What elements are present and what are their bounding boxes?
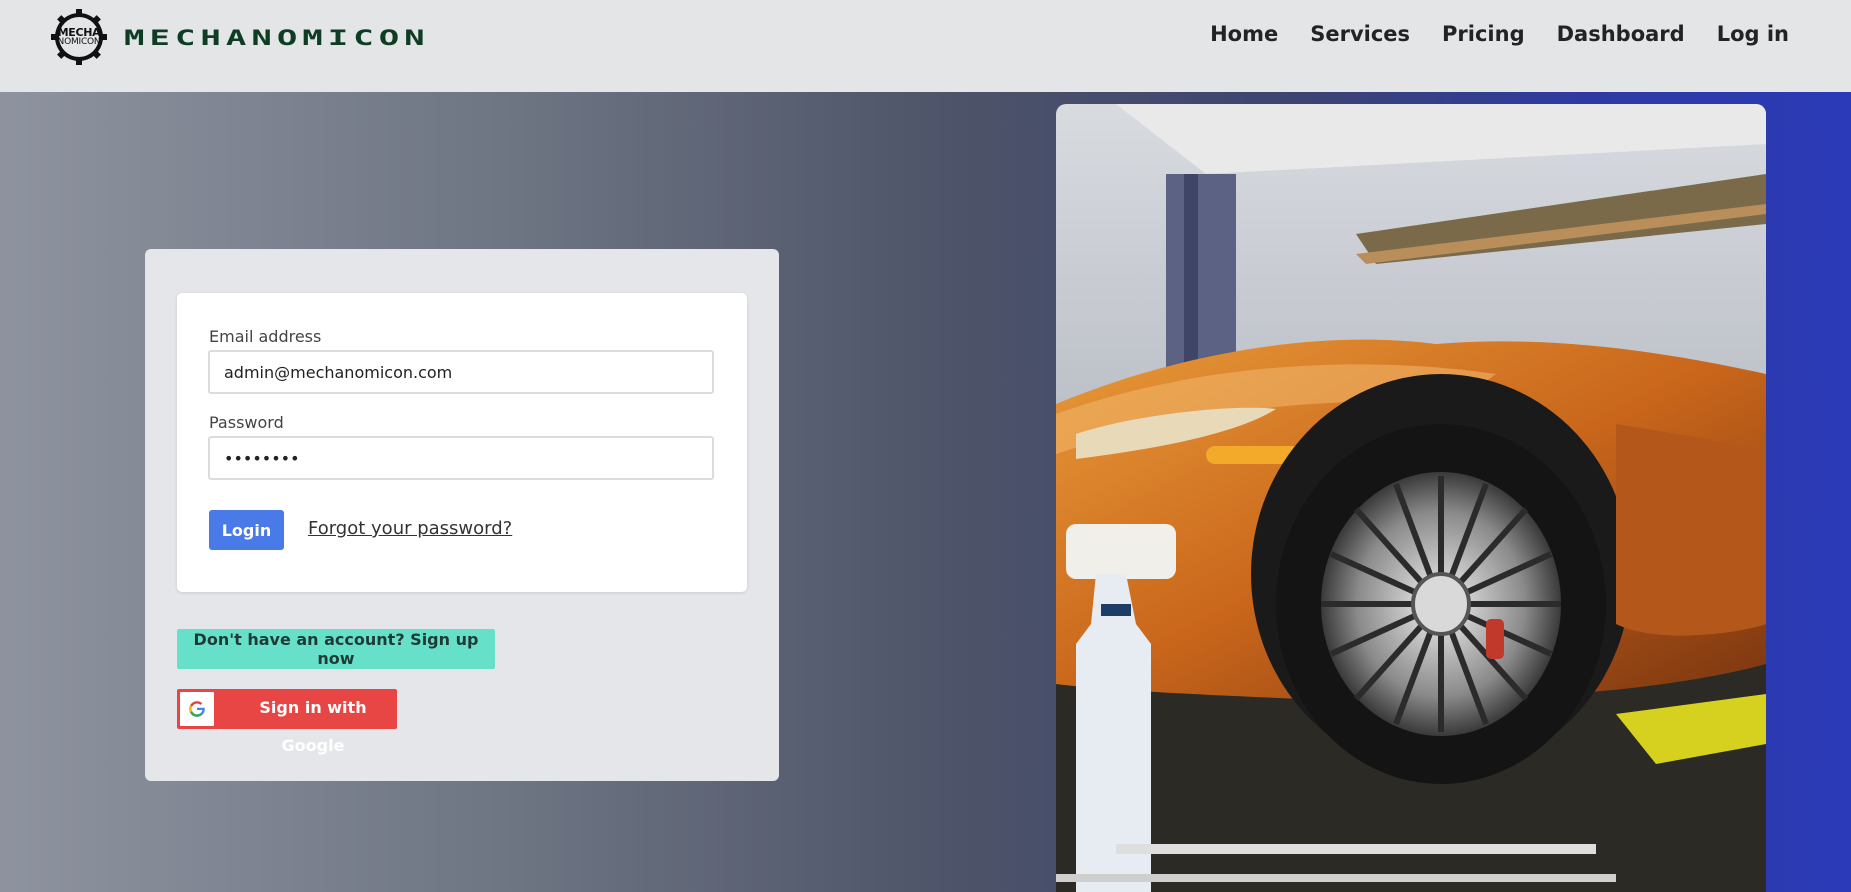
logo-text-bottom: NOMICON xyxy=(57,37,101,47)
email-field[interactable] xyxy=(208,350,714,394)
google-signin-button[interactable]: Sign in with Google xyxy=(177,689,397,755)
login-button[interactable]: Login xyxy=(209,510,284,550)
top-navbar: MECHA NOMICON MECHANOMICON Home Services… xyxy=(0,0,1851,92)
google-button-label: Sign in with Google xyxy=(259,698,367,755)
google-icon xyxy=(180,692,214,726)
nav-pricing[interactable]: Pricing xyxy=(1442,22,1525,46)
forgot-password-link[interactable]: Forgot your password? xyxy=(308,518,512,539)
nav-login[interactable]: Log in xyxy=(1717,22,1789,46)
car-photo-illustration xyxy=(1056,104,1766,892)
login-panel: Email address Password Login Forgot your… xyxy=(145,249,779,781)
hero-photo xyxy=(1056,104,1766,892)
brand[interactable]: MECHA NOMICON MECHANOMICON xyxy=(50,8,430,66)
login-form: Email address Password Login Forgot your… xyxy=(177,293,747,592)
main-nav: Home Services Pricing Dashboard Log in xyxy=(1210,22,1789,46)
nav-home[interactable]: Home xyxy=(1210,22,1278,46)
brand-wordmark: MECHANOMICON xyxy=(124,25,430,51)
nav-dashboard[interactable]: Dashboard xyxy=(1557,22,1685,46)
nav-services[interactable]: Services xyxy=(1310,22,1410,46)
signup-button[interactable]: Don't have an account? Sign up now xyxy=(177,629,495,669)
password-field[interactable] xyxy=(208,436,714,480)
password-label: Password xyxy=(209,413,284,432)
gear-logo-icon: MECHA NOMICON xyxy=(50,8,108,66)
email-label: Email address xyxy=(209,327,322,346)
